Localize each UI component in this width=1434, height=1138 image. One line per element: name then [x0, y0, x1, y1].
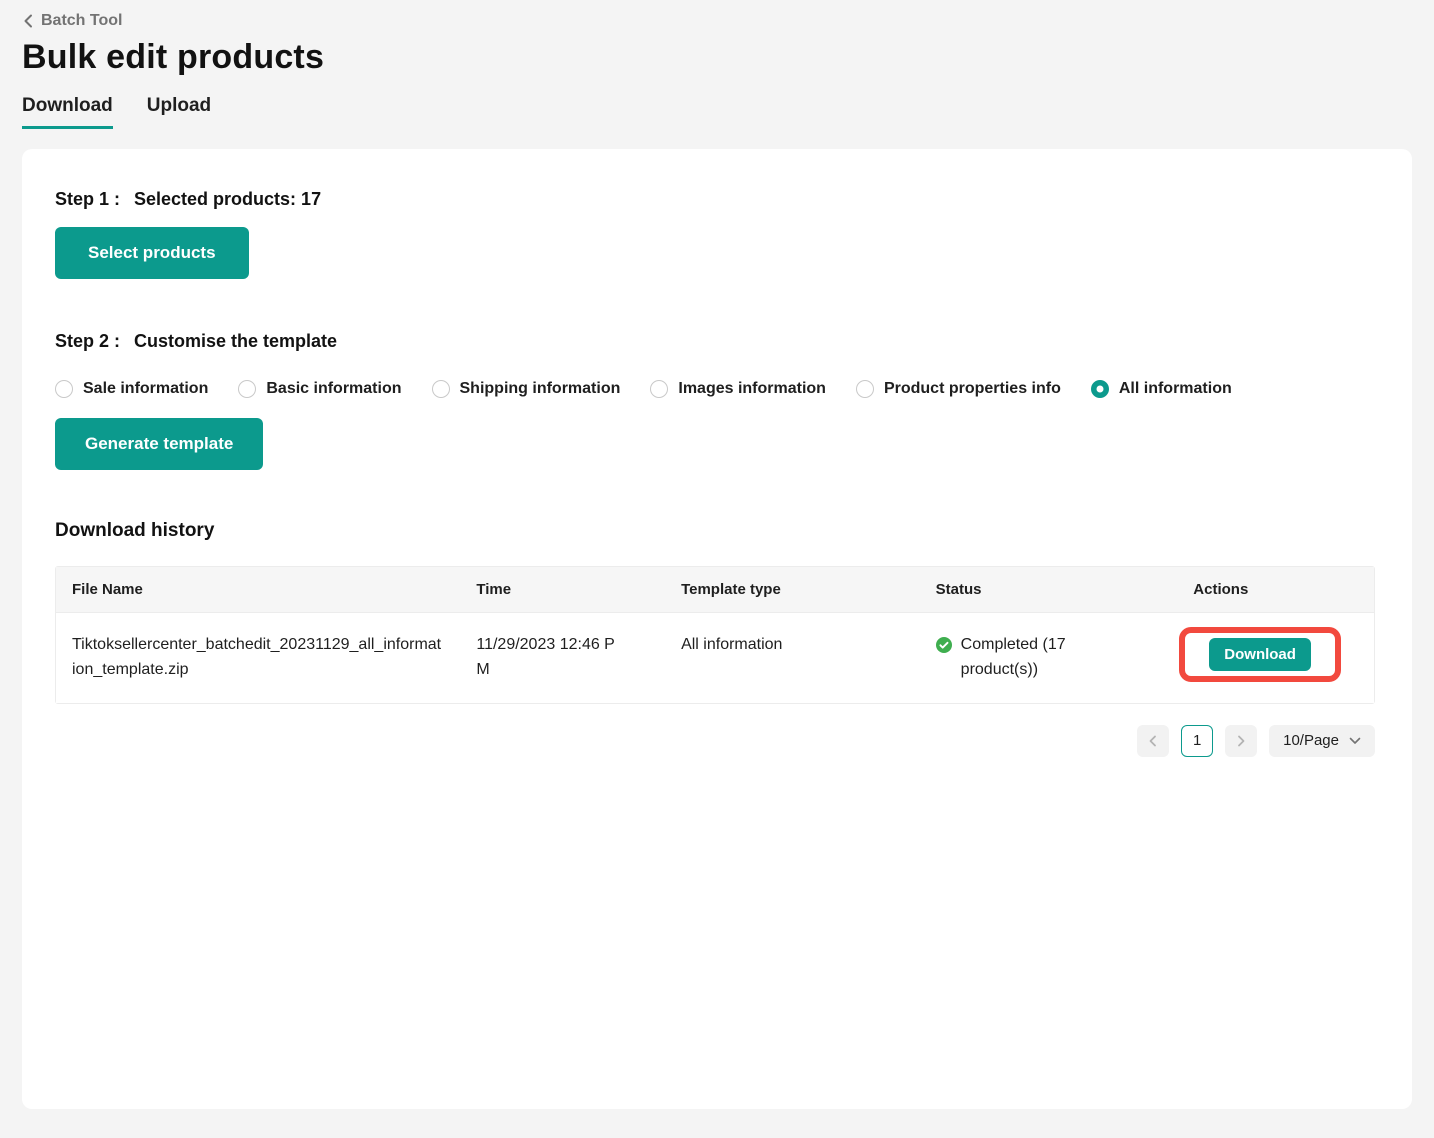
radio-icon	[856, 380, 874, 398]
page-size-select[interactable]: 10/Page	[1269, 725, 1375, 757]
back-label: Batch Tool	[41, 12, 122, 30]
select-products-button[interactable]: Select products	[55, 227, 249, 279]
content-card: Step 1 : Selected products: 17 Select pro…	[22, 149, 1412, 1109]
radio-basic-information[interactable]: Basic information	[238, 380, 401, 398]
current-page-button[interactable]: 1	[1181, 725, 1213, 757]
generate-template-button[interactable]: Generate template	[55, 418, 263, 470]
step1-heading: Step 1 : Selected products: 17	[55, 189, 1379, 210]
download-button[interactable]: Download	[1209, 638, 1311, 671]
chevron-right-icon	[1236, 735, 1246, 747]
column-header-template-type: Template type	[665, 567, 920, 612]
column-header-actions: Actions	[1177, 567, 1374, 612]
status-cell: Completed (17 product(s))	[936, 633, 1162, 683]
table-header-row: File Name Time Template type Status Acti…	[56, 567, 1374, 612]
tab-download[interactable]: Download	[22, 95, 113, 129]
chevron-left-icon	[1148, 735, 1158, 747]
table-row: Tiktoksellercenter_batchedit_20231129_al…	[56, 612, 1374, 703]
radio-all-information[interactable]: All information	[1091, 380, 1232, 398]
pagination: 1 10/Page	[55, 725, 1375, 757]
next-page-button[interactable]	[1225, 725, 1257, 757]
step2-heading: Step 2 : Customise the template	[55, 331, 1379, 352]
annotation-highlight: Download	[1179, 627, 1341, 682]
download-history-table: File Name Time Template type Status Acti…	[55, 566, 1375, 704]
radio-icon	[650, 380, 668, 398]
column-header-status: Status	[920, 567, 1178, 612]
radio-icon	[55, 380, 73, 398]
radio-icon	[238, 380, 256, 398]
download-history-title: Download history	[55, 520, 1379, 542]
column-header-file-name: File Name	[56, 567, 460, 612]
template-type-cell: All information	[665, 613, 920, 703]
radio-product-properties-info[interactable]: Product properties info	[856, 380, 1061, 398]
back-link[interactable]: Batch Tool	[22, 0, 122, 30]
chevron-left-icon	[22, 14, 34, 28]
radio-shipping-information[interactable]: Shipping information	[432, 380, 621, 398]
column-header-time: Time	[460, 567, 665, 612]
step2-text: Customise the template	[134, 331, 337, 351]
radio-images-information[interactable]: Images information	[650, 380, 826, 398]
page-title: Bulk edit products	[22, 38, 1412, 77]
status-text: Completed (17 product(s))	[961, 633, 1093, 683]
time-cell: 11/29/2023 12:46 PM	[476, 633, 623, 683]
page-size-value: 10/Page	[1283, 732, 1339, 749]
step2-label: Step 2 :	[55, 331, 120, 351]
tab-upload[interactable]: Upload	[147, 95, 211, 129]
step1-label: Step 1 :	[55, 189, 120, 209]
chevron-down-icon	[1349, 737, 1361, 745]
bulk-edit-page: Batch Tool Bulk edit products Download U…	[0, 0, 1434, 1137]
prev-page-button[interactable]	[1137, 725, 1169, 757]
file-name-cell: Tiktoksellercenter_batchedit_20231129_al…	[72, 633, 444, 683]
tab-bar: Download Upload	[22, 95, 1412, 129]
step1-text: Selected products: 17	[134, 189, 321, 209]
radio-sale-information[interactable]: Sale information	[55, 380, 208, 398]
radio-icon	[432, 380, 450, 398]
template-options: Sale information Basic information Shipp…	[55, 380, 1379, 398]
radio-icon	[1091, 380, 1109, 398]
success-check-icon	[936, 637, 952, 653]
